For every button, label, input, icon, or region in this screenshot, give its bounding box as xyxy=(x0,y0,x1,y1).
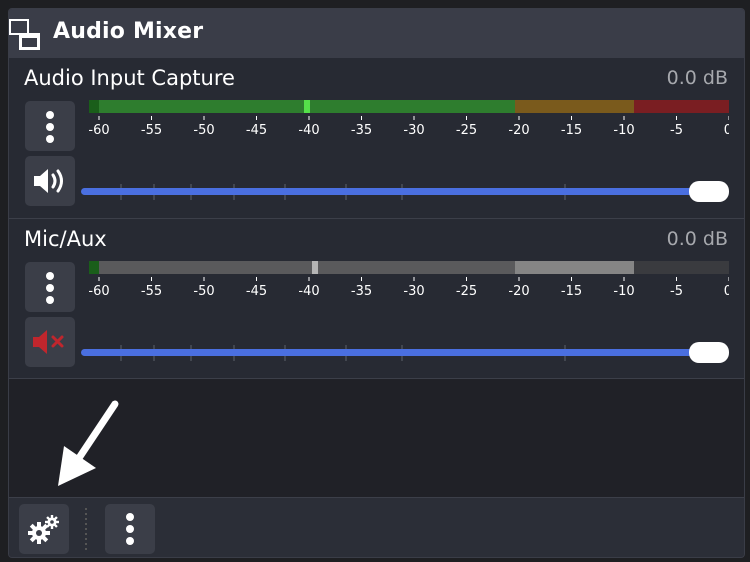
scale-tick-label: -15 xyxy=(561,284,582,299)
source-db-readout: 0.0 dB xyxy=(666,228,728,250)
volume-slider[interactable] xyxy=(81,341,732,371)
scale-tick-label: -10 xyxy=(613,123,634,138)
scale-tick-label: -40 xyxy=(298,123,319,138)
peak-indicator xyxy=(304,100,310,113)
volume-slider[interactable] xyxy=(81,180,732,210)
scale-tick-label: -35 xyxy=(351,284,372,299)
three-dots-vertical-icon xyxy=(46,272,54,304)
mute-toggle-button[interactable] xyxy=(25,317,75,367)
speaker-muted-icon xyxy=(33,330,64,354)
dock-title-bar[interactable]: Audio Mixer xyxy=(9,9,744,58)
source-db-readout: 0.0 dB xyxy=(666,67,728,89)
scale-tick-label: 0 xyxy=(724,123,729,138)
scale-tick-label: -60 xyxy=(89,284,110,299)
scale-tick-label: -20 xyxy=(508,123,529,138)
meter-scale: -60-55-50-45-40-35-30-25-20-15-10-50 xyxy=(88,277,732,299)
dock-title: Audio Mixer xyxy=(53,19,204,44)
source-menu-button[interactable] xyxy=(25,262,75,312)
three-dots-vertical-icon xyxy=(46,111,54,143)
gear-icon xyxy=(28,515,59,544)
volume-meter xyxy=(89,100,729,113)
scale-tick-label: -55 xyxy=(141,284,162,299)
scale-tick-label: -5 xyxy=(670,284,683,299)
mixer-strip-audio-input-capture: Audio Input Capture 0.0 dB -60 -55 -50 -45-… xyxy=(9,58,744,218)
window-icon xyxy=(9,19,40,50)
scale-tick-label: -20 xyxy=(508,284,529,299)
scale-tick-label: -45 xyxy=(246,123,267,138)
scale-tick-label: -25 xyxy=(456,284,477,299)
scale-tick-label: -30 xyxy=(403,123,424,138)
scale-tick-label: -10 xyxy=(613,284,634,299)
three-dots-vertical-icon xyxy=(126,513,134,545)
mixer-menu-button[interactable] xyxy=(105,504,155,554)
peak-indicator xyxy=(312,261,318,274)
source-menu-button[interactable] xyxy=(25,101,75,151)
slider-handle[interactable] xyxy=(689,181,729,202)
scale-tick-label: -25 xyxy=(456,123,477,138)
scale-tick-label: -30 xyxy=(403,284,424,299)
mute-toggle-button[interactable] xyxy=(25,156,75,206)
scale-tick-label: -50 xyxy=(193,284,214,299)
scale-tick-label: 0 xyxy=(724,284,729,299)
source-name: Audio Input Capture xyxy=(24,66,235,90)
meter-scale: -60-55-50-45-40-35-30-25-20-15-10-50 xyxy=(88,116,732,138)
scale-tick-label: -15 xyxy=(561,123,582,138)
dock-footer-toolbar xyxy=(9,497,744,557)
scale-tick-label: -35 xyxy=(351,123,372,138)
scale-tick-label: -50 xyxy=(193,123,214,138)
speaker-on-icon xyxy=(34,169,63,193)
slider-handle[interactable] xyxy=(689,342,729,363)
toolbar-separator xyxy=(85,508,87,550)
scale-tick-label: -55 xyxy=(141,123,162,138)
source-name: Mic/Aux xyxy=(24,227,107,251)
arrow-pointer-icon xyxy=(58,400,119,486)
mixer-strip-mic-aux: Mic/Aux 0.0 dB -60 -55 -50 -45 -40 -35 -30 -25-… xyxy=(9,218,744,379)
scale-tick-label: -5 xyxy=(670,123,683,138)
advanced-audio-properties-button[interactable] xyxy=(19,504,69,554)
volume-meter xyxy=(89,261,729,274)
scale-tick-label: -45 xyxy=(246,284,267,299)
scale-tick-label: -40 xyxy=(298,284,319,299)
scale-tick-label: -60 xyxy=(89,123,110,138)
